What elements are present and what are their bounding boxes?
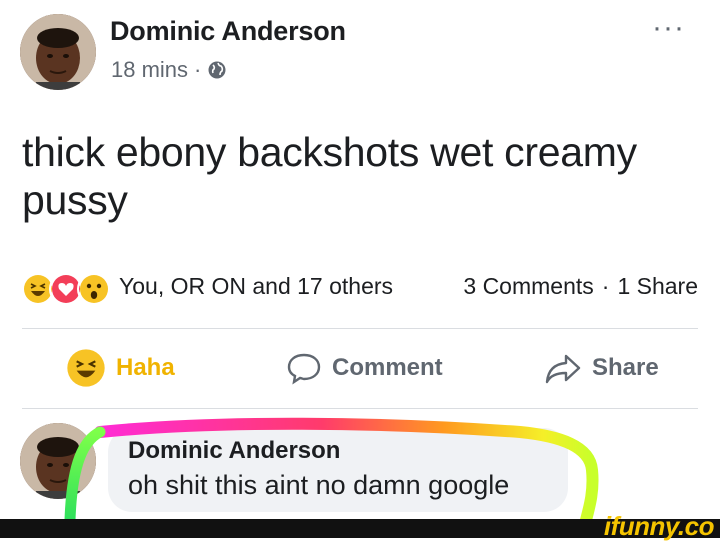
author-name[interactable]: Dominic Anderson: [110, 16, 346, 47]
more-options-icon[interactable]: ···: [652, 13, 685, 43]
comment-label: Comment: [332, 354, 443, 381]
haha-icon: [66, 348, 106, 388]
reaction-summary[interactable]: You, OR ON and 17 others: [119, 273, 393, 300]
comment-button[interactable]: Comment: [286, 346, 443, 390]
globe-icon: [207, 60, 227, 80]
count-separator: ·: [601, 273, 610, 299]
comment-icon: [286, 350, 322, 386]
reaction-icons[interactable]: [21, 272, 111, 306]
comment-author[interactable]: Dominic Anderson: [128, 437, 340, 465]
post-meta: 18 mins ·: [111, 57, 227, 83]
divider: [22, 408, 698, 409]
author-avatar[interactable]: [20, 14, 96, 90]
post-time[interactable]: 18 mins: [111, 57, 188, 83]
share-label: Share: [592, 354, 659, 381]
watermark: ifunny.co: [603, 511, 715, 541]
wow-icon: [77, 272, 111, 306]
comment-text: oh shit this aint no damn google: [128, 470, 510, 500]
haha-button[interactable]: Haha: [66, 346, 175, 390]
share-count[interactable]: 1 Share: [617, 273, 698, 300]
commenter-avatar[interactable]: [20, 423, 96, 499]
share-button[interactable]: Share: [544, 346, 659, 390]
haha-label: Haha: [116, 354, 175, 381]
meta-separator: ·: [194, 57, 202, 82]
share-icon: [544, 350, 582, 386]
comment-count[interactable]: 3 Comments: [463, 273, 593, 300]
post-text: thick ebony backshots wet creamy pussy: [22, 129, 637, 223]
divider: [22, 328, 698, 329]
engagement-counts: 3 Comments · 1 Share: [463, 273, 698, 300]
